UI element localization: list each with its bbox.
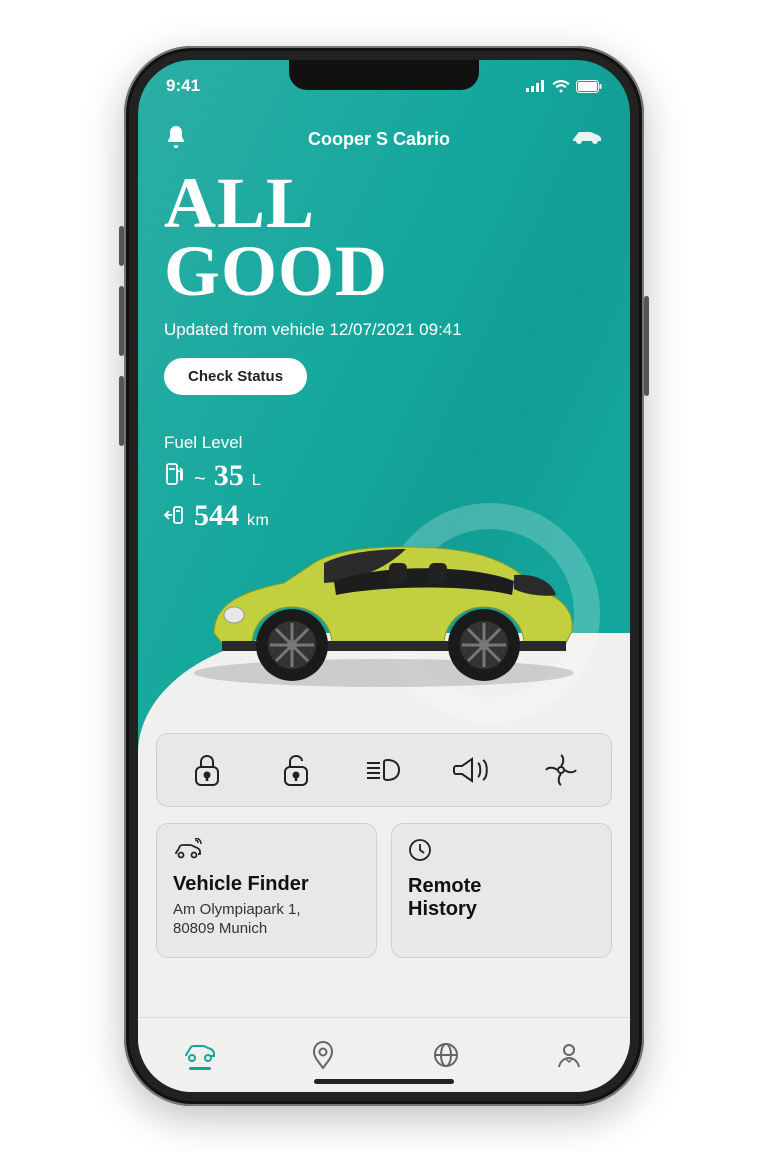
content-lower: Vehicle Finder Am Olympiapark 1, 80809 M…	[138, 543, 630, 1092]
phone-device-frame: 9:41 Cooper S Cabrio	[124, 46, 644, 1106]
fuel-label: Fuel Level	[164, 433, 604, 453]
home-indicator	[314, 1079, 454, 1084]
lock-icon	[192, 753, 222, 787]
history-icon	[408, 838, 595, 867]
notifications-button[interactable]	[164, 124, 188, 155]
battery-icon	[576, 80, 602, 93]
fuel-amount-value: 35	[214, 459, 244, 493]
fuel-amount-row: ~ 35 L	[164, 459, 604, 493]
vehicle-finder-card[interactable]: Vehicle Finder Am Olympiapark 1, 80809 M…	[156, 823, 377, 958]
cellular-icon	[526, 80, 546, 92]
status-headline: ALL GOOD	[164, 169, 604, 306]
remote-history-title: Remote History	[408, 875, 595, 921]
status-updated-text: Updated from vehicle 12/07/2021 09:41	[164, 320, 604, 340]
vehicle-finder-title: Vehicle Finder	[173, 873, 360, 896]
nav-map[interactable]	[301, 1033, 345, 1077]
nav-vehicle[interactable]	[178, 1033, 222, 1077]
climate-icon	[544, 753, 578, 787]
status-right	[526, 80, 602, 93]
climate-button[interactable]	[538, 750, 584, 790]
vehicle-image	[174, 523, 594, 693]
bell-icon	[164, 124, 188, 150]
pin-icon	[312, 1041, 334, 1069]
app-screen: 9:41 Cooper S Cabrio	[138, 60, 630, 1092]
bottom-nav	[138, 1017, 630, 1092]
horn-button[interactable]	[449, 750, 495, 790]
wifi-icon	[552, 80, 570, 93]
unlock-button[interactable]	[273, 750, 319, 790]
quick-actions-bar	[156, 733, 612, 807]
fuel-pump-icon	[164, 463, 186, 485]
device-notch	[289, 60, 479, 90]
horn-icon	[453, 757, 491, 783]
car-select-icon	[570, 128, 604, 146]
profile-icon	[556, 1042, 582, 1068]
fuel-amount-unit: L	[252, 472, 261, 490]
status-hero: ALL GOOD Updated from vehicle 12/07/2021…	[138, 163, 630, 533]
range-icon	[164, 505, 186, 525]
app-header: Cooper S Cabrio	[138, 108, 630, 163]
unlock-icon	[281, 753, 311, 787]
check-status-button[interactable]: Check Status	[164, 358, 307, 395]
nav-discover[interactable]	[424, 1033, 468, 1077]
vehicle-name-title[interactable]: Cooper S Cabrio	[308, 129, 450, 150]
remote-history-card[interactable]: Remote History	[391, 823, 612, 958]
lock-button[interactable]	[184, 750, 230, 790]
vehicle-select-button[interactable]	[570, 128, 604, 151]
headlights-icon	[365, 756, 403, 784]
headlights-button[interactable]	[361, 750, 407, 790]
vehicle-finder-icon	[173, 838, 360, 865]
status-time: 9:41	[166, 76, 200, 96]
vehicle-finder-address: Am Olympiapark 1, 80809 Munich	[173, 900, 360, 939]
globe-icon	[433, 1042, 459, 1068]
nav-profile[interactable]	[547, 1033, 591, 1077]
info-cards-row: Vehicle Finder Am Olympiapark 1, 80809 M…	[156, 823, 612, 958]
car-icon	[183, 1041, 217, 1063]
